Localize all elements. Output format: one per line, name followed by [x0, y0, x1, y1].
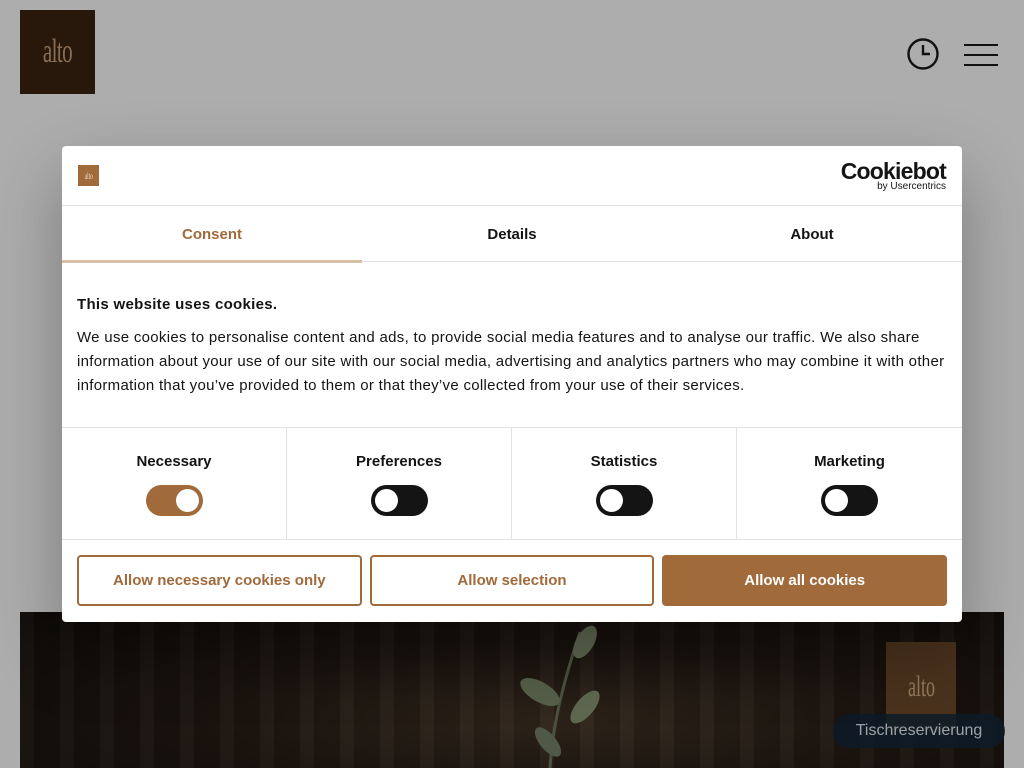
- switch-knob: [599, 489, 623, 512]
- toggle-label: Preferences: [356, 453, 442, 470]
- allow-selection-button[interactable]: Allow selection: [369, 555, 655, 606]
- consent-text: We use cookies to personalise content an…: [77, 329, 945, 394]
- tab-details[interactable]: Details: [362, 206, 662, 262]
- dialog-logo: alto: [78, 165, 99, 186]
- switch-knob: [175, 489, 199, 512]
- preferences-switch[interactable]: [370, 485, 428, 516]
- statistics-switch[interactable]: [595, 485, 653, 516]
- toggle-label: Statistics: [590, 453, 658, 470]
- cookiebot-logo[interactable]: Cookiebot by Usercentrics: [840, 158, 947, 192]
- dialog-actions: Allow necessary cookies only Allow selec…: [62, 540, 962, 606]
- allow-necessary-only-button[interactable]: Allow necessary cookies only: [77, 555, 362, 606]
- dialog-header: alto Cookiebot by Usercentrics: [62, 146, 962, 206]
- toggle-statistics: Statistics: [512, 428, 737, 539]
- toggle-label: Marketing: [814, 453, 885, 470]
- switch-knob: [825, 489, 848, 512]
- cookie-consent-dialog: alto Cookiebot by Usercentrics Consent D…: [62, 146, 962, 622]
- cookie-category-toggles: Necessary Preferences Statistics Marketi…: [62, 427, 962, 540]
- tab-consent[interactable]: Consent: [62, 206, 362, 263]
- allow-all-cookies-button[interactable]: Allow all cookies: [662, 555, 948, 606]
- toggle-marketing: Marketing: [737, 428, 962, 539]
- toggle-label: Necessary: [136, 453, 212, 470]
- necessary-switch[interactable]: [145, 485, 203, 516]
- toggle-necessary: Necessary: [62, 428, 287, 539]
- dialog-tabs: Consent Details About: [62, 206, 962, 263]
- consent-heading: This website uses cookies.: [77, 296, 278, 313]
- consent-body: This website uses cookies. We use cookie…: [62, 262, 962, 427]
- dialog-logo-text: alto: [84, 170, 93, 181]
- tab-about[interactable]: About: [662, 206, 962, 262]
- marketing-switch[interactable]: [821, 485, 878, 516]
- switch-knob: [374, 489, 398, 512]
- cookiebot-name: Cookiebot: [840, 158, 947, 184]
- toggle-preferences: Preferences: [287, 428, 512, 539]
